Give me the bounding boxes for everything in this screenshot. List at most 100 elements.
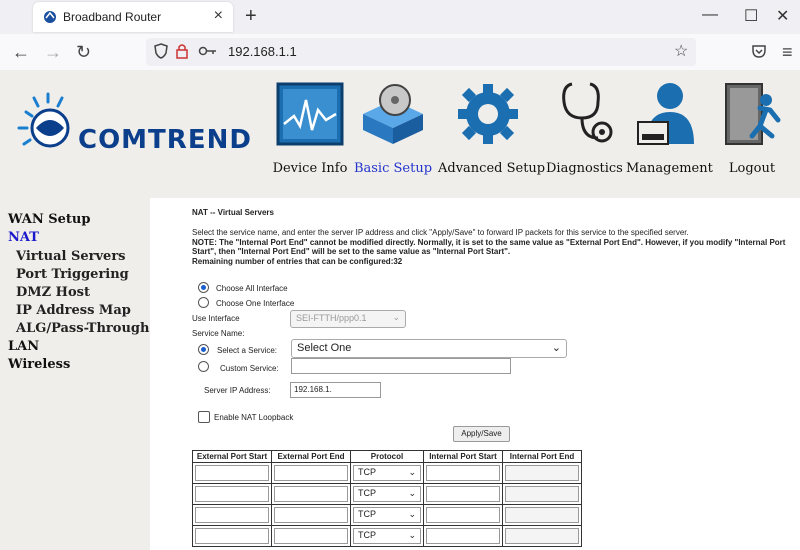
nav-advanced-setup[interactable]: Advanced Setup	[438, 80, 546, 176]
table-cell	[502, 525, 582, 547]
external-port-end-input[interactable]	[274, 465, 348, 481]
router-header: COMTREND Device Info Basic Setup Advance…	[0, 70, 800, 198]
maximize-icon[interactable]: ☐	[744, 6, 758, 26]
internal-port-start-input[interactable]	[426, 486, 500, 502]
sidebar-item-ip-address-map[interactable]: IP Address Map	[16, 303, 131, 318]
sidebar-item-virtual-servers[interactable]: Virtual Servers	[16, 249, 126, 264]
external-port-start-input[interactable]	[195, 507, 269, 523]
port-table: External Port Start External Port End Pr…	[192, 450, 582, 547]
chevron-down-icon: ⌄	[408, 530, 416, 540]
protocol-select[interactable]: TCP ⌄	[353, 465, 421, 481]
select-service-label: Select a Service:	[217, 346, 278, 355]
sidebar-item-wan-setup[interactable]: WAN Setup	[8, 212, 90, 227]
custom-service-input[interactable]	[291, 358, 511, 374]
server-ip-value: 192.168.1.	[294, 385, 332, 394]
protocol-value: TCP	[358, 530, 376, 540]
custom-service-radio[interactable]	[198, 361, 209, 372]
protocol-select[interactable]: TCP ⌄	[353, 528, 421, 544]
pocket-icon[interactable]	[752, 44, 766, 58]
reload-icon[interactable]: ↻	[76, 42, 91, 63]
table-row: TCP ⌄	[192, 462, 582, 484]
advanced-setup-icon	[458, 84, 518, 144]
table-cell: TCP ⌄	[350, 483, 424, 505]
internal-port-start-input[interactable]	[426, 507, 500, 523]
interface-select-value: SEI-FTTH/ppp0.1	[296, 313, 367, 323]
bookmark-star-icon[interactable]: ☆	[674, 41, 688, 61]
column-header: Internal Port Start	[423, 450, 503, 463]
forward-icon[interactable]: →	[44, 42, 62, 63]
insecure-lock-icon[interactable]	[176, 43, 188, 59]
address-bar[interactable]: 192.168.1.1 ☆	[146, 38, 696, 66]
table-cell	[423, 483, 503, 505]
column-header: External Port Start	[192, 450, 272, 463]
minimize-icon[interactable]: —	[702, 6, 718, 24]
nav-label: Basic Setup	[353, 161, 433, 176]
nav-label: Management	[626, 161, 713, 176]
external-port-end-input[interactable]	[274, 486, 348, 502]
close-tab-icon[interactable]: ×	[214, 7, 223, 25]
permissions-key-icon[interactable]	[198, 43, 218, 59]
table-cell	[271, 525, 351, 547]
protocol-value: TCP	[358, 509, 376, 519]
table-row: TCP ⌄	[192, 504, 582, 526]
interface-select[interactable]: SEI-FTTH/ppp0.1 ⌄	[290, 310, 406, 328]
table-cell	[502, 483, 582, 505]
table-cell	[271, 483, 351, 505]
internal-port-end-input[interactable]	[505, 528, 579, 544]
nav-device-info[interactable]: Device Info	[270, 80, 350, 176]
server-ip-input[interactable]: 192.168.1.	[290, 382, 381, 398]
external-port-end-input[interactable]	[274, 528, 348, 544]
sidebar-item-alg-pass-through[interactable]: ALG/Pass-Through	[16, 321, 149, 336]
sidebar-item-nat[interactable]: NAT	[8, 230, 39, 245]
external-port-end-input[interactable]	[274, 507, 348, 523]
use-interface-label: Use Interface	[192, 314, 240, 323]
back-icon[interactable]: ←	[12, 42, 30, 63]
nav-label: Advanced Setup	[438, 161, 546, 176]
router-favicon-icon	[44, 11, 56, 23]
sidebar-item-port-triggering[interactable]: Port Triggering	[16, 267, 129, 282]
external-port-start-input[interactable]	[195, 528, 269, 544]
chevron-down-icon: ⌄	[408, 467, 416, 477]
internal-port-end-input[interactable]	[505, 465, 579, 481]
main-content: NAT -- Virtual Servers Select the servic…	[150, 198, 800, 550]
new-tab-icon[interactable]: +	[245, 5, 257, 28]
nat-loopback-checkbox[interactable]	[198, 411, 210, 423]
apply-save-button[interactable]: Apply/Save	[453, 426, 510, 442]
nav-diagnostics[interactable]: Diagnostics	[546, 80, 623, 176]
nav-basic-setup[interactable]: Basic Setup	[352, 80, 434, 176]
browser-tab[interactable]: Broadband Router ×	[33, 2, 233, 32]
column-header: External Port End	[271, 450, 351, 463]
nav-logout[interactable]: Logout	[716, 80, 788, 176]
internal-port-start-input[interactable]	[426, 528, 500, 544]
sidebar-item-lan[interactable]: LAN	[8, 339, 39, 354]
table-cell: TCP ⌄	[350, 462, 424, 484]
sidebar-item-dmz-host[interactable]: DMZ Host	[16, 285, 90, 300]
internal-port-end-input[interactable]	[505, 507, 579, 523]
internal-port-end-input[interactable]	[505, 486, 579, 502]
table-cell	[271, 504, 351, 526]
choose-one-interface-radio[interactable]	[198, 297, 209, 308]
select-service-radio[interactable]	[198, 344, 209, 355]
protocol-select[interactable]: TCP ⌄	[353, 486, 421, 502]
sidebar-item-wireless[interactable]: Wireless	[8, 357, 70, 372]
choose-all-interface-radio[interactable]	[198, 282, 209, 293]
menu-icon[interactable]: ≡	[782, 42, 793, 63]
service-select[interactable]: Select One ⌄	[291, 339, 567, 358]
nat-loopback-label: Enable NAT Loopback	[214, 413, 294, 422]
shield-icon[interactable]	[154, 43, 168, 59]
table-cell	[192, 462, 272, 484]
internal-port-start-input[interactable]	[426, 465, 500, 481]
close-window-icon[interactable]: ✕	[776, 6, 789, 26]
table-row: TCP ⌄	[192, 483, 582, 505]
service-select-value: Select One	[297, 342, 352, 354]
external-port-start-input[interactable]	[195, 465, 269, 481]
protocol-select[interactable]: TCP ⌄	[353, 507, 421, 523]
url-text: 192.168.1.1	[228, 44, 297, 59]
nav-management[interactable]: Management	[626, 80, 713, 176]
table-row: TCP ⌄	[192, 525, 582, 547]
table-cell: TCP ⌄	[350, 504, 424, 526]
table-header-row: External Port Start External Port End Pr…	[192, 450, 582, 463]
protocol-value: TCP	[358, 488, 376, 498]
external-port-start-input[interactable]	[195, 486, 269, 502]
browser-tab-bar: Broadband Router × + — ☐ ✕	[0, 0, 800, 34]
